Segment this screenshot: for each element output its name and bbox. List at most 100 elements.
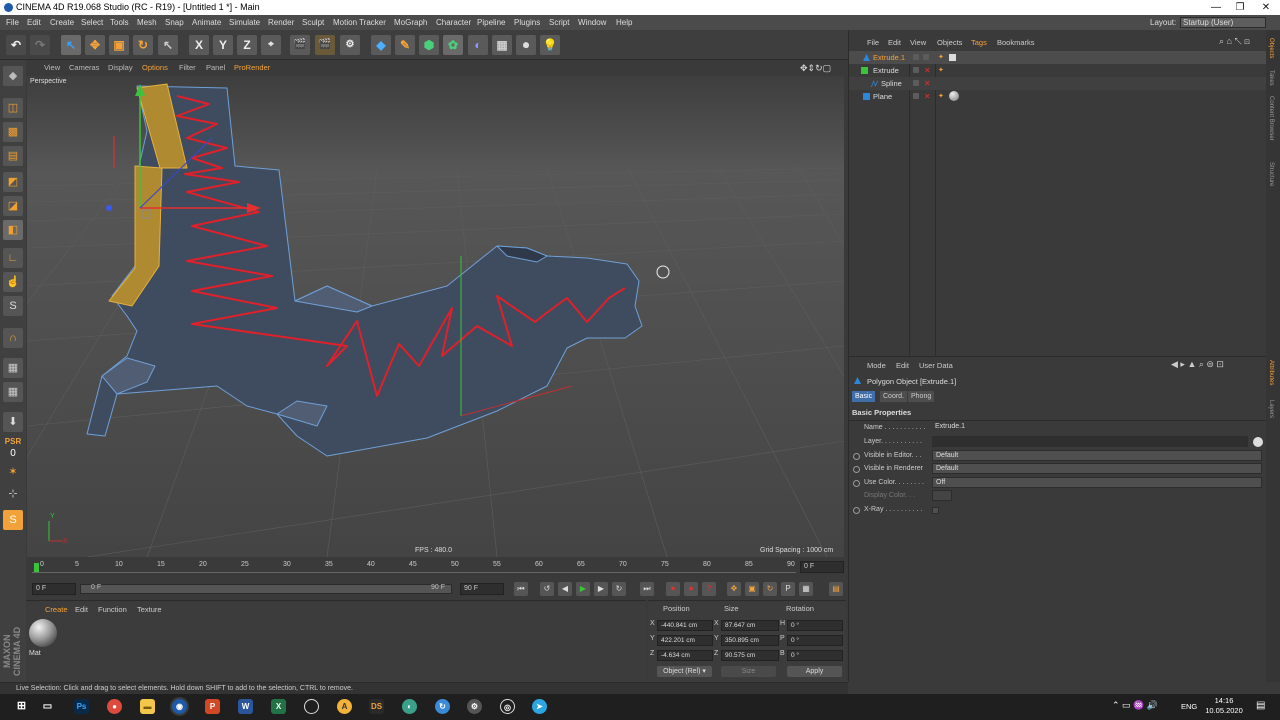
rotation-p-field[interactable]: 0 ° [787, 635, 843, 646]
apply-button[interactable]: Apply [787, 666, 842, 677]
word-icon[interactable]: W [238, 699, 253, 714]
tab-coord[interactable]: Coord. [880, 391, 908, 402]
menu-pipeline[interactable]: Pipeline [477, 15, 505, 30]
visibility-dot[interactable] [913, 80, 919, 86]
excel-icon[interactable]: X [271, 699, 286, 714]
deformer-icon[interactable]: ◐ [468, 35, 488, 55]
workplane-mode-icon[interactable]: ▤ [3, 146, 23, 166]
viewport-scene[interactable] [27, 76, 844, 557]
render-view-icon[interactable]: 🎬 [290, 35, 310, 55]
object-name[interactable]: Plane [873, 90, 892, 103]
app-camera-icon[interactable]: ◎ [500, 699, 515, 714]
size-mode-dropdown[interactable]: Size [721, 666, 776, 677]
attr-menu-edit[interactable]: Edit [896, 361, 909, 370]
menu-sculpt[interactable]: Sculpt [302, 15, 324, 30]
start-windows-icon[interactable]: ⊞ [14, 699, 29, 714]
xyz-axis-icon[interactable]: ⊹ [3, 484, 23, 504]
disabled-x-icon[interactable]: ✕ [924, 64, 931, 77]
object-manager-search-icon[interactable]: ⌕ ⌂ ↖ ⊡ [1219, 36, 1250, 47]
menu-snap[interactable]: Snap [165, 15, 184, 30]
points-mode-icon[interactable]: ◩ [3, 172, 23, 192]
daz-studio-icon[interactable]: DS [369, 699, 384, 714]
material-menu-texture[interactable]: Texture [137, 605, 162, 614]
chrome-icon[interactable]: ● [107, 699, 122, 714]
attr-menu-user-data[interactable]: User Data [919, 361, 953, 370]
position-y-field[interactable]: 422.201 cm [657, 635, 713, 646]
telegram-icon[interactable]: ➤ [532, 699, 547, 714]
file-explorer-icon[interactable]: ▬ [140, 699, 155, 714]
use-color-select[interactable]: Off [932, 477, 1262, 488]
coordinate-system-icon[interactable]: ⌖ [261, 35, 281, 55]
object-name[interactable]: Extrude [873, 64, 899, 77]
layer-clear-icon[interactable] [1253, 437, 1263, 447]
menu-edit[interactable]: Edit [27, 15, 41, 30]
position-x-field[interactable]: -440.841 cm [657, 620, 713, 631]
undo-icon[interactable]: ↶ [6, 35, 26, 55]
menu-render[interactable]: Render [268, 15, 294, 30]
side-tab-content-browser[interactable]: Content Browser [1268, 96, 1274, 141]
visibility-dot[interactable] [913, 67, 919, 73]
model-mode-icon[interactable]: ◫ [3, 98, 23, 118]
viewport-menu-cameras[interactable]: Cameras [69, 61, 99, 75]
menu-mesh[interactable]: Mesh [137, 15, 157, 30]
animate-radio-icon[interactable] [853, 453, 860, 460]
render-dot[interactable] [923, 54, 929, 60]
animate-radio-icon[interactable] [853, 480, 860, 487]
minimize-button[interactable]: — [1204, 0, 1228, 15]
animate-radio-icon[interactable] [853, 507, 860, 514]
menu-file[interactable]: File [6, 15, 19, 30]
camera-icon[interactable]: ⏺ [516, 35, 536, 55]
task-view-icon[interactable]: ▭ [40, 699, 55, 714]
side-tab-takes[interactable]: Takes [1268, 70, 1274, 86]
go-to-start-icon[interactable]: ⏮ [514, 582, 528, 596]
object-row-extrude[interactable]: Extrude ✕ ✦ [849, 64, 1267, 77]
start-frame-field[interactable]: 0 F [32, 583, 76, 595]
tweak-mode-icon[interactable]: ☝ [3, 272, 23, 292]
rotation-h-field[interactable]: 0 ° [787, 620, 843, 631]
key-parameter-icon[interactable]: P [781, 582, 795, 596]
layer-field[interactable] [932, 436, 1248, 447]
viewport-navigation-icons[interactable]: ✥⇕↻▢ [800, 61, 831, 75]
go-to-end-icon[interactable]: ⏭ [640, 582, 654, 596]
side-tab-structure[interactable]: Structure [1268, 162, 1274, 186]
viewport-menu-view[interactable]: View [44, 61, 60, 75]
snap-icon[interactable]: S [3, 296, 23, 316]
app-gear-icon[interactable]: ⚙ [467, 699, 482, 714]
previous-key-icon[interactable]: ↺ [540, 582, 554, 596]
object-menu-bookmarks[interactable]: Bookmarks [997, 38, 1035, 47]
cube-primitive-icon[interactable]: ◆ [371, 35, 391, 55]
maximize-button[interactable]: ❐ [1228, 0, 1252, 15]
live-selection-icon[interactable]: ↖ [61, 35, 81, 55]
polygons-mode-icon[interactable]: ◧ [3, 220, 23, 240]
download-icon[interactable]: ⬇ [3, 412, 23, 432]
key-rotation-icon[interactable]: ↻ [763, 582, 777, 596]
menu-character[interactable]: Character [436, 15, 471, 30]
app-triangle-icon[interactable]: A [337, 699, 352, 714]
tab-basic[interactable]: Basic [852, 391, 876, 402]
viewport-menu-panel[interactable]: Panel [206, 61, 225, 75]
axis-mode-icon[interactable]: ∟ [3, 248, 23, 268]
attr-nav-icons[interactable]: ◀ ▸ ▲ ⌕ ⊜ ⊡ [1171, 359, 1224, 370]
menu-plugins[interactable]: Plugins [514, 15, 540, 30]
material-menu-edit[interactable]: Edit [75, 605, 88, 614]
size-x-field[interactable]: 87.647 cm [721, 620, 779, 631]
photoshop-icon[interactable]: Ps [74, 699, 89, 714]
move-icon[interactable]: ✥ [85, 35, 105, 55]
phong-tag-icon[interactable]: ✦ [938, 64, 945, 74]
object-row-extrude1[interactable]: Extrude.1 ✦ [849, 51, 1267, 64]
menu-tools[interactable]: Tools [110, 15, 129, 30]
side-tab-layers[interactable]: Layers [1268, 400, 1274, 418]
name-field[interactable]: Extrude.1 [932, 422, 965, 433]
xray-checkbox[interactable] [932, 507, 939, 514]
texture-mode-icon[interactable]: ▩ [3, 122, 23, 142]
phong-tag-icon[interactable]: ✦ [938, 51, 945, 61]
timeline-window-icon[interactable]: ▤ [829, 582, 843, 596]
play-icon[interactable]: ▶ [576, 582, 590, 596]
viewport-menu-filter[interactable]: Filter [179, 61, 196, 75]
magnet-icon[interactable]: ∩ [3, 328, 23, 348]
menu-mograph[interactable]: MoGraph [394, 15, 427, 30]
animate-radio-icon[interactable] [853, 466, 860, 473]
key-pla-icon[interactable]: ▦ [799, 582, 813, 596]
rotation-b-field[interactable]: 0 ° [787, 650, 843, 661]
viewport-menu-prorender[interactable]: ProRender [234, 61, 270, 75]
